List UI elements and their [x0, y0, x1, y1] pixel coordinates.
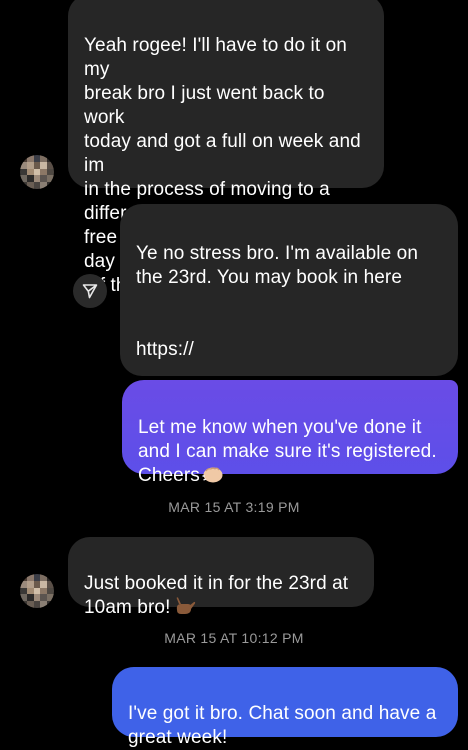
call-me-hand-emoji	[177, 597, 196, 614]
message-text: Just booked it in for the 23rd at 10am b…	[84, 573, 349, 618]
timestamp: MAR 15 AT 10:12 PM	[164, 630, 304, 646]
outgoing-message-bubble[interactable]: I've got it bro. Chat soon and have a gr…	[112, 667, 458, 748]
incoming-message-bubble[interactable]: Yeah rogee! I'll have to do it on my bre…	[68, 0, 384, 296]
timestamp: MAR 15 AT 3:19 PM	[168, 499, 300, 515]
outgoing-link-message-bubble[interactable]: Ye no stress bro. I'm available on the 2…	[120, 204, 458, 468]
avatar[interactable]	[20, 155, 54, 189]
send-icon	[82, 284, 98, 299]
share-button[interactable]	[73, 274, 107, 308]
incoming-message-bubble[interactable]: Just booked it in for the 23rd at 10am b…	[68, 537, 374, 618]
message-text: Ye no stress bro. I'm available on the 2…	[136, 243, 418, 288]
message-text: I've got it bro. Chat soon and have a gr…	[128, 703, 437, 748]
message-thread: Yeah rogee! I'll have to do it on my bre…	[0, 0, 468, 749]
outgoing-message-bubble[interactable]: Let me know when you've done it and I ca…	[122, 380, 458, 486]
fist-bump-emoji	[202, 467, 223, 483]
link-prefix[interactable]: https://	[136, 338, 442, 362]
avatar[interactable]	[20, 574, 54, 608]
